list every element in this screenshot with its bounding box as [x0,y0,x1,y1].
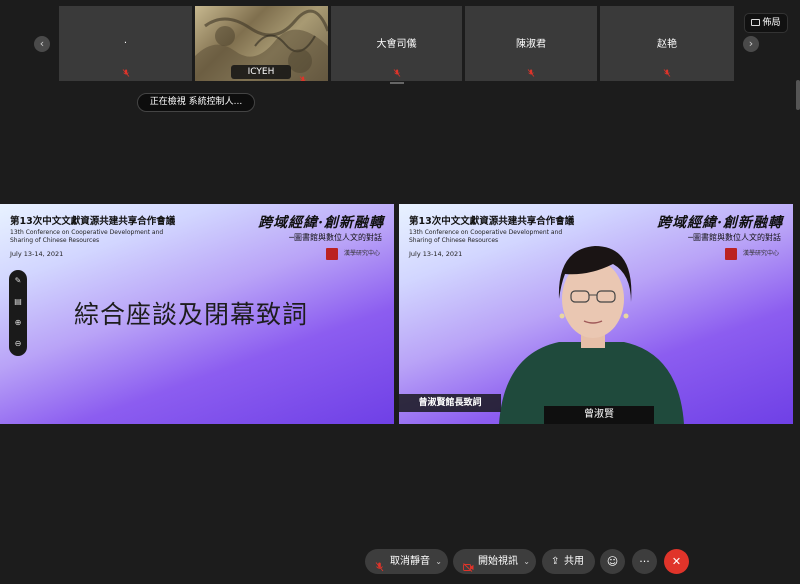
speaker-video: 第13次中文文獻資源共建共享合作會議 13th Conference on Co… [399,204,793,424]
participant-name: 赵艳 [657,39,677,50]
slide-org: 漢學研究中心 [344,248,380,257]
slide-main-text: 綜合座談及閉幕致詞 [74,300,309,329]
muted-mic-icon [663,69,671,77]
participant-name: . [123,35,128,46]
chevron-down-icon[interactable]: ⌄ [523,549,530,574]
slide-date: July 13-14, 2021 [10,250,64,258]
share-button[interactable]: ⇪ 共用 [542,549,595,574]
start-video-label: 開始視訊 [478,556,518,567]
slide-calligraphy: 跨域經緯·創新融轉 [258,215,384,231]
leave-meeting-button[interactable]: ✕ [664,549,689,574]
muted-mic-icon [375,557,384,582]
emoji-icon: ☺ [606,555,619,568]
participant-tile-4[interactable]: 陳淑君 [465,6,597,81]
participant-tile-5[interactable]: 赵艳 [600,6,734,81]
close-icon: ✕ [671,555,682,568]
speaker-figure [499,246,684,424]
more-options-button[interactable]: ··· [632,549,657,574]
unmute-button[interactable]: 取消靜音 ⌄ [365,549,448,574]
muted-mic-icon [527,69,535,77]
start-video-button[interactable]: 開始視訊 ⌄ [453,549,536,574]
speaker-caption: 曾淑賢館長致詞 [399,394,501,412]
participant-name: 陳淑君 [516,39,546,50]
muted-mic-icon [299,69,307,81]
scrollbar[interactable] [796,80,800,110]
unmute-label: 取消靜音 [390,556,430,567]
muted-mic-icon [393,69,401,77]
chevron-down-icon[interactable]: ⌄ [435,549,442,574]
save-icon[interactable]: ▤ [9,291,27,312]
share-label: 共用 [564,556,584,567]
zoom-out-icon[interactable]: ⊖ [9,333,27,354]
slide-subtitle: 13th Conference on Cooperative Developme… [10,229,164,244]
org-name: 漢學研究中心 [343,250,380,257]
viewing-status-pill[interactable]: 正在檢視 系統控制人... [137,93,255,112]
more-icon: ··· [639,555,650,568]
slide-title: 第13次中文文獻資源共建共享合作會議 [10,216,176,227]
layout-label: 佈局 [762,18,781,28]
participant-tile-1[interactable]: . [59,6,192,81]
participant-tile-3[interactable]: 大會司儀 [331,6,462,81]
org-seal-icon [326,248,338,260]
annotation-toolbar: ✎ ▤ ⊕ ⊖ [9,270,27,356]
zoom-in-icon[interactable]: ⊕ [9,312,27,333]
annotate-icon[interactable]: ✎ [9,270,27,291]
prev-page-arrow[interactable]: ‹ [34,36,50,52]
video-off-icon [463,557,474,582]
muted-mic-icon [122,69,130,77]
share-icon: ⇪ [551,556,560,567]
strip-resize-handle[interactable] [390,82,404,84]
slide-tagline: ─圖書館與數位人文的對話 [289,233,382,242]
participant-tile-2[interactable]: ICYEH [195,6,328,81]
participant-name: 大會司儀 [376,39,417,50]
speaker-name-plate: 曾淑賢 [544,406,654,424]
participant-name: ICYEH [231,65,291,79]
next-page-arrow[interactable]: › [743,36,759,52]
layout-button[interactable]: 佈局 [744,13,788,33]
shared-screen: 第13次中文文獻資源共建共享合作會議 13th Conference on Co… [0,204,394,424]
layout-icon [751,19,761,26]
reactions-button[interactable]: ☺ [600,549,625,574]
